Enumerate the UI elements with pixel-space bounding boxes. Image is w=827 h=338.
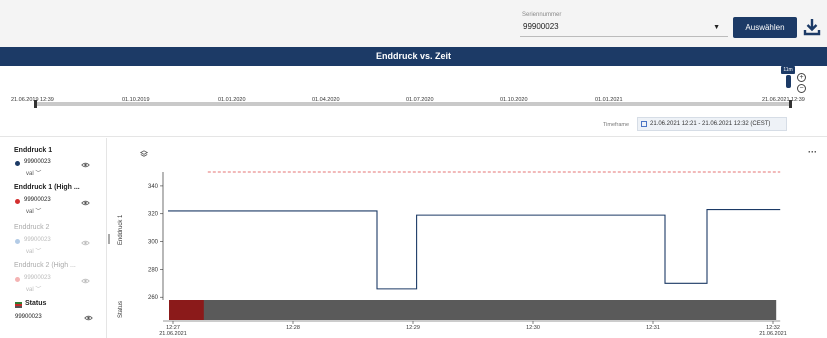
x-tick-sublabel: 21.06.2021 <box>159 331 187 337</box>
x-tick-label: 12:28 <box>286 325 300 331</box>
x-tick-label: 12:30 <box>526 325 540 331</box>
y-tick-label: 280 <box>148 267 159 273</box>
y-tick-label: 260 <box>148 295 159 301</box>
x-tick-label: 12:29 <box>406 325 420 331</box>
status-segment <box>203 300 777 320</box>
x-tick-label: 12:31 <box>646 325 660 331</box>
status-segment <box>169 300 208 320</box>
x-tick-sublabel: 21.06.2021 <box>759 331 787 337</box>
chart-plot: 260280300320340Enddruck 1Status12:2721.0… <box>118 171 787 337</box>
status-axis-label: Status <box>118 301 124 318</box>
y-tick-label: 340 <box>148 184 159 190</box>
y-tick-label: 300 <box>148 240 159 246</box>
y-axis-label: Enddruck 1 <box>118 214 124 245</box>
series-line <box>168 209 781 290</box>
y-tick-label: 320 <box>148 212 159 218</box>
